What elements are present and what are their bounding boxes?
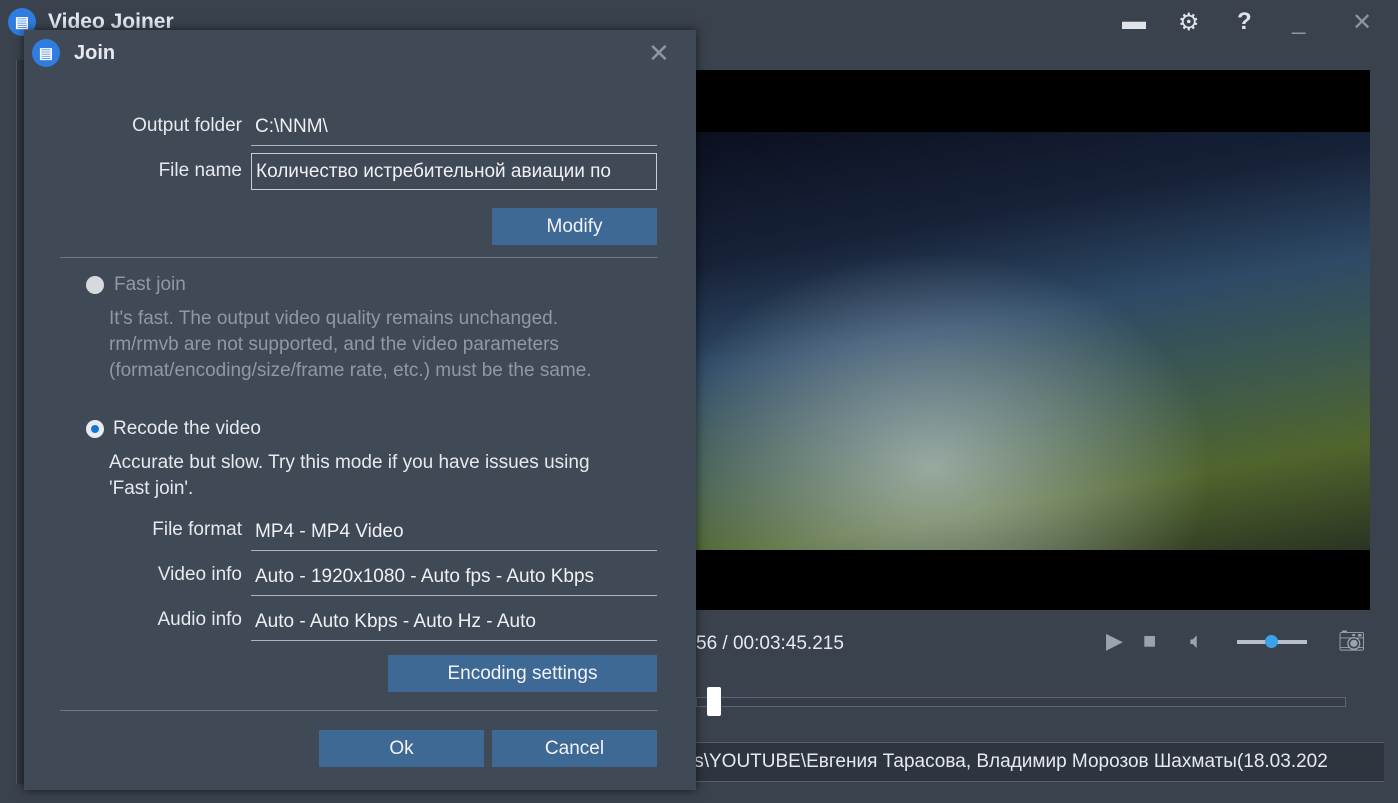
volume-icon[interactable]: 🔈︎ (1190, 628, 1203, 654)
seek-handle[interactable] (707, 687, 721, 716)
dialog-title: Join (74, 42, 116, 64)
play-icon[interactable]: ▶ (1106, 628, 1123, 654)
minimize-icon[interactable]: _ (1292, 8, 1305, 36)
desc-line: (format/encoding/size/frame rate, etc.) … (109, 360, 592, 381)
folder-icon[interactable]: ▬ (1122, 8, 1146, 36)
video-info-label: Video info (157, 564, 242, 585)
output-folder-label: Output folder (132, 115, 242, 136)
video-frame (696, 132, 1370, 550)
divider (60, 710, 658, 711)
fast-join-label[interactable]: Fast join (114, 274, 186, 296)
modify-button[interactable]: Modify (492, 208, 657, 245)
output-folder-field: C:\NNM\ (251, 112, 657, 146)
close-icon[interactable]: ✕ (1352, 8, 1372, 37)
recode-description: Accurate but slow. Try this mode if you … (109, 450, 590, 502)
stop-icon[interactable]: ■ (1143, 628, 1156, 654)
volume-knob[interactable] (1265, 635, 1278, 648)
dialog-close-icon[interactable]: ✕ (648, 38, 670, 69)
recode-label[interactable]: Recode the video (113, 418, 261, 440)
desc-line: Accurate but slow. Try this mode if you … (109, 452, 590, 473)
help-icon[interactable]: ? (1237, 8, 1252, 36)
join-dialog: ▤ Join ✕ Output folder C:\NNM\ File name… (24, 30, 696, 790)
file-format-label: File format (152, 519, 242, 540)
desc-line: It's fast. The output video quality rema… (109, 308, 558, 329)
file-name-input[interactable]: Количество истребительной авиации по (251, 153, 657, 190)
fast-join-description: It's fast. The output video quality rema… (109, 306, 592, 384)
desc-line: 'Fast join'. (109, 478, 194, 499)
snapshot-camera-icon[interactable]: 📷︎ (1338, 628, 1366, 654)
audio-info-field: Auto - Auto Kbps - Auto Hz - Auto (251, 607, 657, 641)
file-path: ls\YOUTUBE\Евгения Тарасова, Владимир Мо… (686, 742, 1384, 782)
audio-info-label: Audio info (157, 609, 242, 630)
divider (60, 257, 658, 258)
dialog-logo-icon: ▤ (32, 39, 60, 67)
gear-icon[interactable]: ⚙ (1178, 8, 1200, 37)
file-format-field[interactable]: MP4 - MP4 Video (251, 517, 657, 551)
encoding-settings-button[interactable]: Encoding settings (388, 655, 657, 692)
time-readout: 56 / 00:03:45.215 (696, 633, 844, 654)
fast-join-radio[interactable] (86, 276, 104, 294)
recode-radio[interactable] (86, 420, 104, 438)
ok-button[interactable]: Ok (319, 730, 484, 767)
file-name-label: File name (158, 160, 242, 181)
video-info-field: Auto - 1920x1080 - Auto fps - Auto Kbps (251, 562, 657, 596)
cancel-button[interactable]: Cancel (492, 730, 657, 767)
seek-bar[interactable] (696, 697, 1346, 707)
desc-line: rm/rmvb are not supported, and the video… (109, 334, 559, 355)
video-preview (696, 70, 1370, 610)
